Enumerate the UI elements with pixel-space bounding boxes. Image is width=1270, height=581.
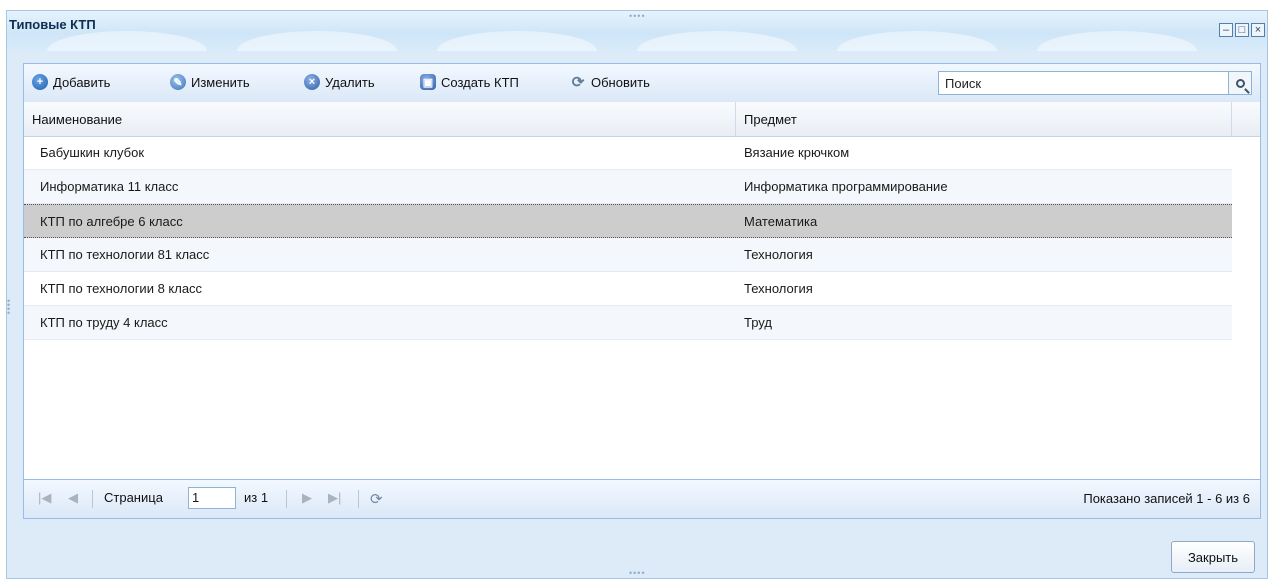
edit-button-label: Изменить [191, 74, 250, 90]
next-page-icon[interactable]: ▶ [302, 490, 312, 506]
add-button-label: Добавить [53, 74, 111, 90]
cell-name: КТП по технологии 8 класс [40, 281, 203, 296]
close-button[interactable]: Закрыть [1171, 541, 1255, 573]
ktp-window: •••• Типовые КТП – □ × • • • • + Добавить ✎… [6, 10, 1268, 579]
delete-button[interactable]: × Удалить [304, 74, 375, 90]
last-page-icon[interactable]: ▶| [328, 490, 341, 506]
pager-separator [358, 490, 359, 508]
column-header-name[interactable]: Наименование [24, 102, 736, 136]
records-status: Показано записей 1 - 6 из 6 [1083, 491, 1250, 506]
grid-body: Бабушкин клубок Вязание крючком Информат… [24, 136, 1232, 340]
delete-button-label: Удалить [325, 74, 375, 90]
cell-subject: Математика [744, 213, 818, 229]
resize-grip-bottom[interactable]: •••• [629, 568, 646, 578]
cell-subject: Технология [744, 281, 813, 296]
titlebar-decoration [1037, 31, 1197, 51]
cell-subject: Технология [744, 247, 813, 262]
table-row[interactable]: Бабушкин клубок Вязание крючком [24, 136, 1232, 170]
prev-page-icon[interactable]: ◀ [68, 490, 78, 506]
edit-button[interactable]: ✎ Изменить [170, 74, 250, 90]
window-controls: – □ × [1219, 23, 1265, 37]
cell-name: КТП по труду 4 класс [40, 315, 168, 330]
refresh-button-label: Обновить [591, 74, 650, 90]
grid-panel: + Добавить ✎ Изменить × Удалить ▣ Создат… [23, 63, 1261, 519]
search-icon [1235, 78, 1245, 88]
titlebar-decoration [837, 31, 997, 51]
toolbar: + Добавить ✎ Изменить × Удалить ▣ Создат… [24, 64, 1260, 103]
first-page-icon[interactable]: |◀ [38, 490, 51, 506]
create-ktp-button-label: Создать КТП [441, 74, 519, 90]
search-button[interactable] [1228, 72, 1251, 94]
add-icon: + [32, 74, 48, 90]
column-header-subject[interactable]: Предмет [736, 102, 1232, 136]
page-count: из 1 [244, 490, 269, 505]
table-row[interactable]: КТП по технологии 8 класс Технология [24, 272, 1232, 306]
titlebar-decoration [47, 31, 207, 51]
minimize-icon[interactable]: – [1219, 23, 1233, 37]
cell-subject: Труд [744, 315, 772, 330]
table-row[interactable]: Информатика 11 класс Информатика програм… [24, 170, 1232, 204]
page-label: Страница [104, 490, 163, 505]
create-ktp-button[interactable]: ▣ Создать КТП [420, 74, 519, 90]
cell-name: КТП по технологии 81 класс [40, 247, 210, 262]
window-title: Типовые КТП [9, 17, 96, 32]
delete-icon: × [304, 74, 320, 90]
search-input[interactable]: Поиск [938, 71, 1252, 95]
cell-name: Информатика 11 класс [40, 179, 179, 194]
resize-grip-left[interactable]: • • • • [7, 297, 10, 318]
cell-name: Бабушкин клубок [40, 145, 145, 160]
cell-subject: Информатика программирование [744, 179, 948, 194]
page-number-input[interactable]: 1 [188, 487, 236, 509]
paging-toolbar: |◀ ◀ Страница 1 из 1 ▶ ▶| ⟳ Показано зап… [24, 479, 1260, 518]
maximize-icon[interactable]: □ [1235, 23, 1249, 37]
edit-icon: ✎ [170, 74, 186, 90]
pager-separator [92, 490, 93, 508]
titlebar-decoration [637, 31, 797, 51]
table-row[interactable]: КТП по труду 4 класс Труд [24, 306, 1232, 340]
titlebar-decoration [237, 31, 397, 51]
titlebar-decoration [437, 31, 597, 51]
title-bar[interactable]: •••• Типовые КТП – □ × [7, 11, 1267, 51]
grid-header: Наименование Предмет [24, 102, 1260, 137]
cell-subject: Вязание крючком [744, 145, 850, 160]
add-button[interactable]: + Добавить [32, 74, 110, 90]
close-icon[interactable]: × [1251, 23, 1265, 37]
refresh-page-icon[interactable]: ⟳ [370, 490, 383, 508]
search-input-text: Поиск [945, 76, 982, 91]
refresh-button[interactable]: ⟳ Обновить [570, 74, 650, 91]
table-row-selected[interactable]: КТП по алгебре 6 класс Математика [24, 204, 1232, 238]
refresh-icon: ⟳ [571, 74, 585, 91]
table-row[interactable]: КТП по технологии 81 класс Технология [24, 238, 1232, 272]
cell-name: КТП по алгебре 6 класс [40, 213, 183, 229]
pager-separator [286, 490, 287, 508]
create-icon: ▣ [420, 74, 436, 90]
resize-grip-top[interactable]: •••• [629, 11, 646, 21]
